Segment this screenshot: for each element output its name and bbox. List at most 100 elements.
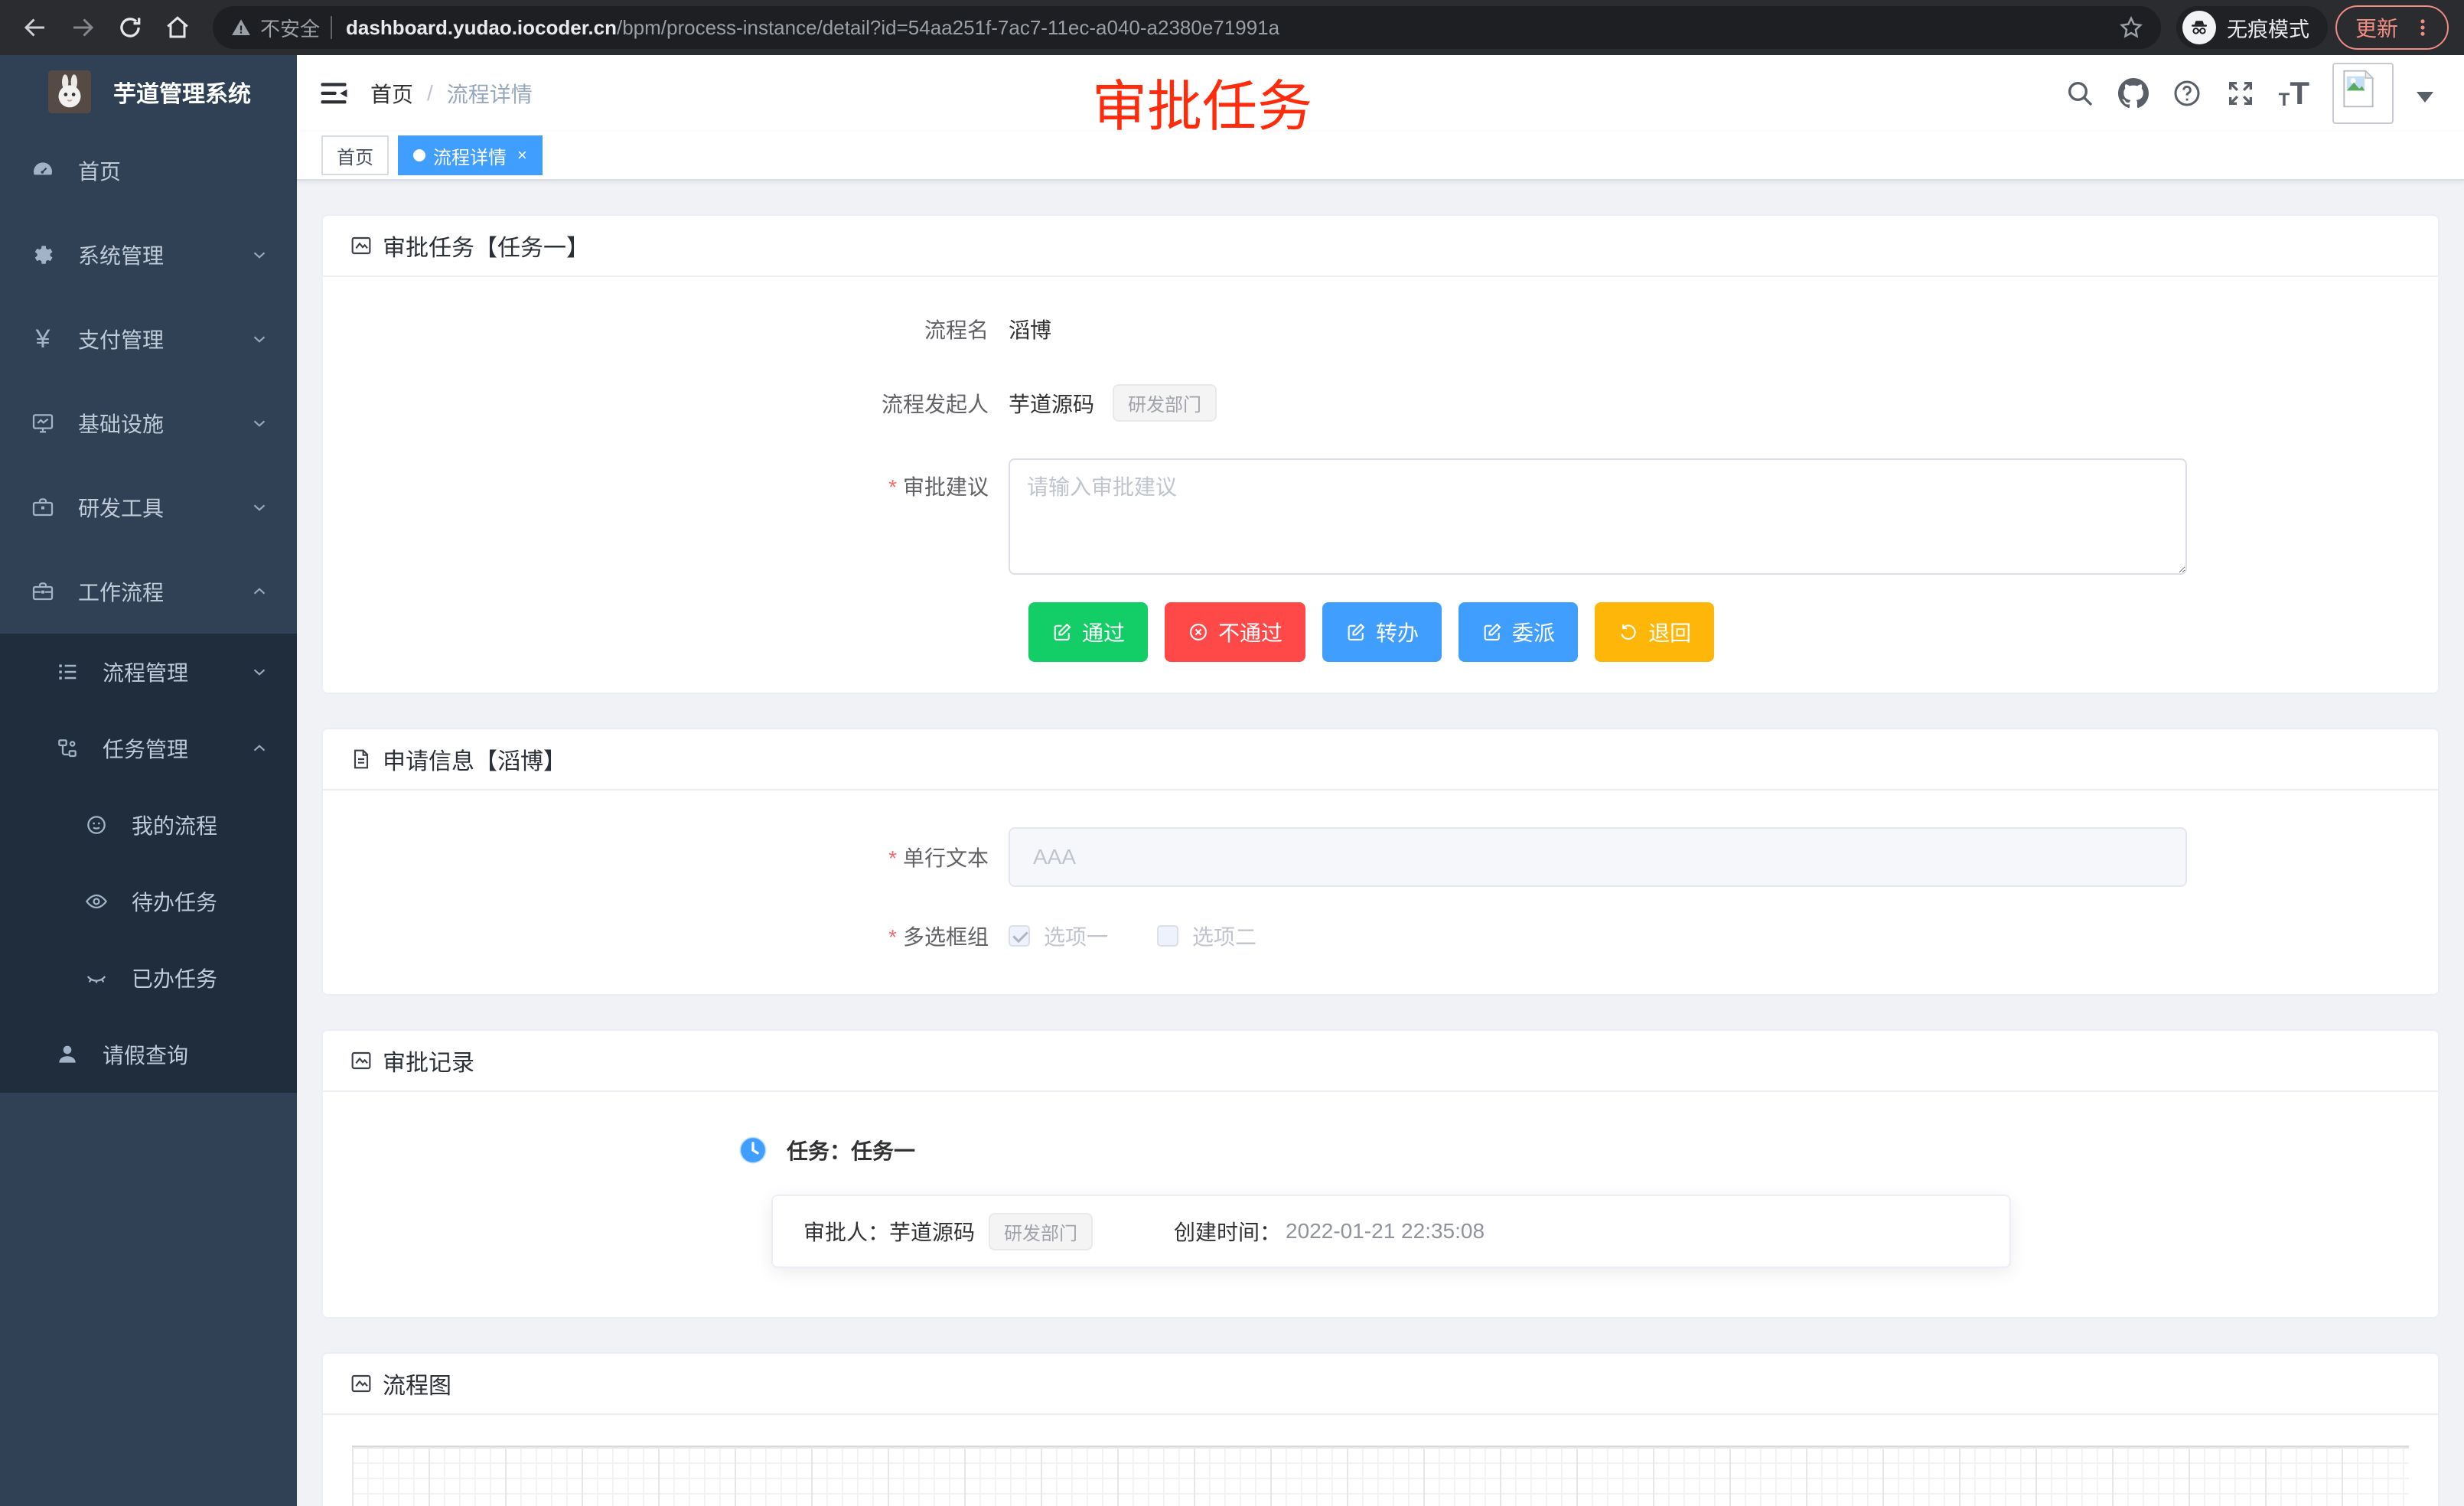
record-task-row: 任务：任务一 <box>738 1135 2410 1165</box>
search-icon[interactable] <box>2065 78 2095 109</box>
breadcrumb-home[interactable]: 首页 <box>370 78 413 109</box>
yen-icon: ¥ <box>31 327 55 351</box>
approve-button[interactable]: 通过 <box>1028 602 1148 662</box>
flow-diagram-card: 流程图 <box>321 1352 2440 1506</box>
apply-info-card: 申请信息【滔博】 单行文本 多选框组 选项一 <box>321 728 2440 996</box>
dept-tag: 研发部门 <box>1113 384 1217 422</box>
apply-info-card-body: 单行文本 多选框组 选项一 选项二 <box>323 790 2438 994</box>
back-arrow-icon <box>21 14 49 41</box>
tab-home[interactable]: 首页 <box>321 135 389 175</box>
return-button[interactable]: 退回 <box>1595 602 1714 662</box>
reject-button[interactable]: 不通过 <box>1165 602 1305 662</box>
avatar-caret-down-icon[interactable] <box>2417 92 2433 103</box>
browser-back-button[interactable] <box>15 8 55 47</box>
card-title: 流程图 <box>383 1367 451 1400</box>
chevron-down-icon <box>249 413 269 433</box>
gear-icon <box>31 243 55 267</box>
font-size-icon[interactable]: TT <box>2279 77 2309 109</box>
comment-textarea[interactable] <box>1009 458 2187 575</box>
sidebar-item-task-mgmt[interactable]: 任务管理 <box>0 710 297 787</box>
sidebar-item-leave-query[interactable]: 请假查询 <box>0 1016 297 1093</box>
checkbox-group: 选项一 选项二 <box>1009 921 1256 951</box>
button-label: 委派 <box>1512 617 1555 647</box>
dept-tag: 研发部门 <box>989 1213 1093 1250</box>
edit-icon <box>1051 621 1073 643</box>
created-time: 2022-01-21 22:35:08 <box>1286 1219 1485 1244</box>
github-icon[interactable] <box>2118 78 2149 109</box>
checkbox-label: 选项一 <box>1044 921 1108 951</box>
tab-process-detail[interactable]: 流程详情 × <box>398 135 543 175</box>
active-tab-dot <box>413 149 425 161</box>
approve-task-card-body: 流程名 滔博 流程发起人 芋道源码 研发部门 审批建议 <box>323 277 2438 693</box>
sidebar-item-process-mgmt[interactable]: 流程管理 <box>0 634 297 710</box>
flow-diagram-card-header: 流程图 <box>323 1354 2438 1415</box>
address-bar[interactable]: 不安全 dashboard.yudao.iocoder.cn/bpm/proce… <box>213 6 2161 49</box>
chevron-down-icon <box>249 329 269 349</box>
sidebar-item-workflow[interactable]: 工作流程 <box>0 549 297 634</box>
app-title: 芋道管理系统 <box>113 75 251 109</box>
page-content: 审批任务【任务一】 流程名 滔博 流程发起人 芋道源码 研发部门 <box>297 181 2464 1506</box>
card-title: 审批任务【任务一】 <box>383 229 589 262</box>
sidebar-item-label: 我的流程 <box>132 810 217 840</box>
fullscreen-icon[interactable] <box>2225 78 2256 109</box>
sidebar-item-label: 请假查询 <box>103 1039 188 1070</box>
address-bar-divider <box>331 16 332 39</box>
picture-icon <box>349 233 373 258</box>
tab-close-icon[interactable]: × <box>517 145 527 165</box>
single-text-row: 单行文本 <box>350 827 2410 887</box>
checkbox-group-label: 多选框组 <box>350 921 1009 951</box>
incognito-icon <box>2182 11 2216 44</box>
sidebar-item-system[interactable]: 系统管理 <box>0 213 297 297</box>
hamburger-collapse-icon[interactable] <box>317 77 350 110</box>
card-title: 审批记录 <box>383 1044 474 1077</box>
tab-label: 流程详情 <box>433 142 507 169</box>
sidebar-item-pay[interactable]: ¥ 支付管理 <box>0 297 297 381</box>
avatar[interactable] <box>2332 63 2394 124</box>
approver-label: 审批人： <box>803 1216 889 1247</box>
initiator-value: 芋道源码 <box>1009 388 1094 419</box>
approve-task-card: 审批任务【任务一】 流程名 滔博 流程发起人 芋道源码 研发部门 <box>321 214 2440 694</box>
sidebar-item-done-tasks[interactable]: 已办任务 <box>0 940 297 1016</box>
comment-label: 审批建议 <box>350 458 1009 501</box>
checkbox-unchecked-icon <box>1157 925 1178 947</box>
refresh-left-icon <box>1618 621 1639 643</box>
url-domain: dashboard.yudao.iocoder.cn <box>346 16 617 39</box>
delegate-button[interactable]: 委派 <box>1459 602 1578 662</box>
app-logo-rabbit-icon <box>46 70 93 113</box>
sidebar-item-home[interactable]: 首页 <box>0 129 297 213</box>
browser-update-button[interactable]: 更新 <box>2335 5 2449 50</box>
button-label: 不通过 <box>1218 617 1283 647</box>
help-question-icon[interactable] <box>2172 78 2202 109</box>
reload-icon <box>116 14 144 41</box>
flow-diagram-card-body <box>323 1415 2438 1506</box>
breadcrumb-separator: / <box>427 81 433 106</box>
sidebar-item-my-process[interactable]: 我的流程 <box>0 787 297 863</box>
sidebar-item-label: 首页 <box>78 155 121 186</box>
security-label: 不安全 <box>260 14 320 42</box>
user-icon <box>55 1042 80 1067</box>
approval-record-card: 审批记录 任务：任务一 审批人：芋道源码 研发部门 创建时间：2022-01-2… <box>321 1029 2440 1319</box>
sidebar-item-dev[interactable]: 研发工具 <box>0 465 297 549</box>
approver-name: 芋道源码 <box>889 1216 975 1247</box>
broken-image-icon <box>2337 67 2380 110</box>
monitor-icon <box>31 411 55 435</box>
app-logo-block[interactable]: 芋道管理系统 <box>0 55 297 129</box>
workflow-submenu: 流程管理 任务管理 我的流程 待办任务 已办任务 请假 <box>0 634 297 1093</box>
page-annotation-approval-task: 审批任务 <box>1092 61 1312 142</box>
update-label: 更新 <box>2355 12 2398 43</box>
kebab-menu-icon[interactable] <box>2412 17 2433 38</box>
bookmark-star-icon[interactable] <box>2118 15 2144 41</box>
not-secure-warning-icon <box>230 16 253 39</box>
sidebar-item-infra[interactable]: 基础设施 <box>0 381 297 465</box>
browser-home-button[interactable] <box>158 8 197 47</box>
chevron-up-icon <box>249 582 269 601</box>
toolbox-icon <box>31 495 55 520</box>
sidebar-item-todo-tasks[interactable]: 待办任务 <box>0 863 297 940</box>
sidebar-item-label: 已办任务 <box>132 963 217 993</box>
sidebar-item-label: 流程管理 <box>103 657 188 687</box>
transfer-button[interactable]: 转办 <box>1322 602 1442 662</box>
eye-icon <box>84 889 109 914</box>
bpmn-grid-canvas[interactable] <box>352 1446 2409 1506</box>
browser-reload-button[interactable] <box>110 8 150 47</box>
browser-forward-button[interactable] <box>63 8 103 47</box>
